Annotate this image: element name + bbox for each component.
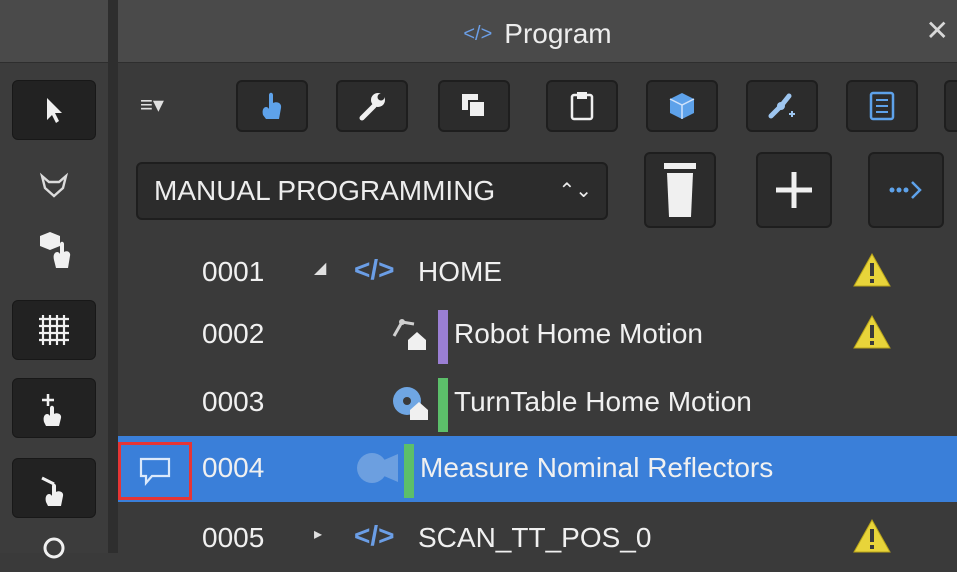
- side-toolbar-header: [0, 0, 108, 63]
- panel-title-text: Program: [504, 18, 612, 49]
- menu-toggle-button[interactable]: ≡▾: [140, 92, 164, 118]
- row-number: 0002: [202, 318, 265, 349]
- pointer-tool[interactable]: [12, 80, 96, 140]
- copy-icon: [462, 94, 486, 118]
- move-hand-tool[interactable]: [12, 378, 96, 438]
- wrench-icon: [359, 93, 385, 121]
- row-name: SCAN_TT_POS_0: [418, 522, 652, 553]
- list-icon: [869, 91, 895, 121]
- cube-hand-icon: [40, 232, 71, 268]
- insert-after-button[interactable]: [868, 152, 944, 228]
- grid-icon: [39, 315, 69, 345]
- clipboard-icon: [570, 92, 594, 121]
- row-name: Measure Nominal Reflectors: [420, 452, 774, 483]
- copy-button[interactable]: [438, 80, 510, 132]
- hand-button[interactable]: [236, 80, 308, 132]
- panel-title: </> Program: [118, 18, 957, 50]
- row-name: HOME: [418, 256, 502, 287]
- panel-titlebar: </> Program ✕: [118, 0, 957, 63]
- pointer-icon: [47, 98, 62, 123]
- type-color-bar: [404, 444, 414, 498]
- program-row[interactable]: 0001 ◢ </> HOME: [118, 240, 957, 306]
- move-hand-icon: [42, 394, 62, 426]
- warning-icon: [853, 252, 891, 287]
- program-row-selected[interactable]: 0004 Measure Nominal Reflectors: [118, 436, 957, 502]
- row-number: 0001: [202, 256, 265, 287]
- comment-button[interactable]: [118, 442, 192, 500]
- wrench-button[interactable]: [336, 80, 408, 132]
- type-color-bar: [438, 310, 448, 364]
- row-name: TurnTable Home Motion: [454, 386, 752, 417]
- program-row[interactable]: 0005 ▸ </> SCAN_TT_POS_0: [118, 506, 957, 572]
- hand-pointer-icon: [41, 476, 64, 506]
- clipboard-button[interactable]: [546, 80, 618, 132]
- camera-icon: [357, 453, 398, 483]
- cube-button[interactable]: [646, 80, 718, 132]
- plus-icon: [776, 172, 812, 208]
- cube-hand-tool[interactable]: [12, 222, 96, 282]
- more-tool[interactable]: [12, 530, 96, 560]
- row-number: 0005: [202, 522, 265, 553]
- panel-divider: [108, 0, 118, 553]
- hand-icon: [262, 92, 282, 119]
- grid-tool[interactable]: [12, 300, 96, 360]
- robot-home-icon: [392, 319, 426, 350]
- code-icon: </>: [354, 254, 395, 285]
- list-button[interactable]: [846, 80, 918, 132]
- turntable-home-icon: [393, 387, 428, 420]
- robot-arm-button[interactable]: [746, 80, 818, 132]
- search-icon: [43, 537, 65, 559]
- warning-icon: [853, 314, 891, 349]
- overflow-button[interactable]: [944, 80, 957, 132]
- program-panel: </> Program ✕ ≡▾ MANUAL PROGRAMMING ⌃⌄ 0…: [118, 0, 957, 553]
- collapse-arrow-icon[interactable]: ◢: [314, 258, 326, 278]
- mode-select-value: MANUAL PROGRAMMING: [154, 175, 496, 206]
- row-number: 0003: [202, 386, 265, 417]
- trash-icon: [664, 163, 696, 217]
- select-arrows-icon: ⌃⌄: [558, 180, 592, 202]
- mode-select[interactable]: MANUAL PROGRAMMING ⌃⌄: [136, 162, 608, 220]
- warning-icon: [853, 518, 891, 553]
- expand-arrow-icon[interactable]: ▸: [314, 524, 322, 544]
- program-row[interactable]: 0002 Robot Home Motion: [118, 302, 957, 368]
- delete-button[interactable]: [644, 152, 716, 228]
- robot-arm-icon: [768, 93, 795, 119]
- fox-icon: [39, 172, 69, 198]
- cube-icon: [669, 93, 695, 119]
- row-number: 0004: [202, 452, 265, 483]
- hand-pointer-tool[interactable]: [12, 458, 96, 518]
- insert-after-icon: [889, 181, 922, 199]
- add-button[interactable]: [756, 152, 832, 228]
- program-row[interactable]: 0003 TurnTable Home Motion: [118, 370, 957, 436]
- code-icon: </>: [463, 23, 493, 45]
- code-icon: </>: [354, 520, 395, 551]
- close-icon[interactable]: ✕: [926, 14, 949, 47]
- type-color-bar: [438, 378, 448, 432]
- comment-icon: [139, 457, 171, 486]
- side-toolbar: [0, 0, 108, 559]
- fox-tool[interactable]: [12, 155, 96, 215]
- row-name: Robot Home Motion: [454, 318, 704, 349]
